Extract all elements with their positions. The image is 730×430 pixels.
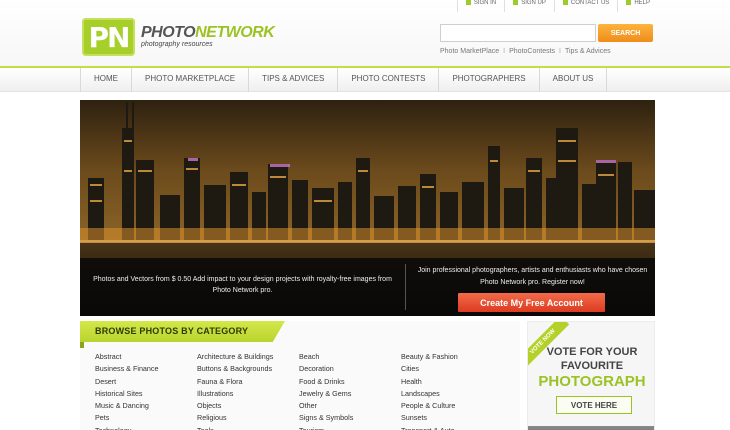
- quick-link-marketplace[interactable]: Photo MarketPlace: [440, 48, 499, 55]
- nav-photographers[interactable]: Photographers: [438, 68, 538, 92]
- browse-header: Browse Photos by Category: [80, 321, 285, 342]
- link-separator: I: [503, 48, 506, 55]
- link-separator: I: [559, 48, 561, 55]
- category-link[interactable]: Abstract: [95, 351, 197, 362]
- hero-join-text: Join professional photographers, artists…: [417, 267, 648, 286]
- search-button[interactable]: Search: [598, 24, 653, 42]
- hero-offer-text: Photos and Vectors from $ 0.50 Add impac…: [93, 276, 392, 294]
- sign-up-link[interactable]: Sign up: [504, 0, 554, 12]
- category-link[interactable]: Sunsets: [401, 412, 503, 423]
- category-link[interactable]: Architecture & Buildings: [197, 351, 299, 362]
- logo-badge: PN: [82, 18, 135, 56]
- category-link[interactable]: Jewelry & Gems: [299, 388, 401, 399]
- browse-title: Browse Photos by Category: [95, 326, 249, 336]
- logo-title-photo: PHOTO: [141, 24, 196, 41]
- vote-heading-line3: PHOTOGRAPH: [538, 373, 646, 390]
- contact-link[interactable]: Contact us: [553, 0, 617, 12]
- hero-info-bar: Photos and Vectors from $ 0.50 Add impac…: [80, 258, 655, 316]
- bullet-icon: [513, 0, 519, 5]
- logo-text: PHOTONETWORK photography resources: [141, 24, 275, 49]
- category-link[interactable]: Tourism: [299, 425, 401, 430]
- category-link[interactable]: Beach: [299, 351, 401, 362]
- hero-banner: Photos and Vectors from $ 0.50 Add impac…: [80, 100, 655, 316]
- header-fold: [80, 342, 84, 348]
- category-link[interactable]: Tools: [197, 425, 299, 430]
- bullet-icon: [626, 0, 632, 5]
- category-link[interactable]: Religious: [197, 412, 299, 423]
- bullet-icon: [465, 0, 471, 5]
- quick-link-tips[interactable]: Tips & Advices: [565, 48, 611, 55]
- sign-in-link[interactable]: Sign in: [456, 0, 504, 12]
- category-link[interactable]: Cities: [401, 363, 503, 374]
- vote-box: Vote Now VOTE FOR YOUR FAVOURITE PHOTOGR…: [527, 321, 655, 430]
- sign-up-label: Sign up: [521, 0, 546, 6]
- category-link[interactable]: Beauty & Fashion: [401, 351, 503, 362]
- category-link[interactable]: Desert: [95, 376, 197, 387]
- vote-heading-line1: VOTE FOR YOUR: [546, 346, 638, 358]
- nav-home[interactable]: Home: [80, 68, 131, 92]
- browse-categories-section: Browse Photos by Category Abstract Archit…: [80, 321, 520, 430]
- nav-about-us[interactable]: About us: [538, 68, 608, 92]
- quick-link-contests[interactable]: PhotoContests: [509, 48, 555, 55]
- search-quick-links: Photo MarketPlace I PhotoContests I Tips…: [440, 48, 611, 55]
- sign-in-label: Sign in: [473, 0, 497, 6]
- category-link[interactable]: Historical Sites: [95, 388, 197, 399]
- category-link[interactable]: Signs & Symbols: [299, 412, 401, 423]
- category-link[interactable]: Other: [299, 400, 401, 411]
- nav-photo-marketplace[interactable]: Photo Marketplace: [131, 68, 248, 92]
- nav-photo-contests[interactable]: Photo Contests: [337, 68, 438, 92]
- category-link[interactable]: Fauna & Flora: [197, 376, 299, 387]
- logo-subtitle: photography resources: [141, 41, 213, 48]
- contact-label: Contact us: [570, 0, 610, 6]
- category-link[interactable]: Illustrations: [197, 388, 299, 399]
- category-link[interactable]: Technology: [95, 425, 197, 430]
- hero-divider: [405, 264, 406, 310]
- category-link[interactable]: Food & Drinks: [299, 376, 401, 387]
- category-link[interactable]: Music & Dancing: [95, 400, 197, 411]
- bullet-icon: [562, 0, 568, 5]
- nav-tips-advices[interactable]: Tips & Advices: [248, 68, 337, 92]
- category-link[interactable]: Transport & Auto: [401, 425, 503, 430]
- category-link[interactable]: Pets: [95, 412, 197, 423]
- category-link[interactable]: Landscapes: [401, 388, 503, 399]
- search-input[interactable]: [440, 24, 596, 42]
- top-utility-bar: Sign in Sign up Contact us Help: [456, 0, 658, 12]
- category-link[interactable]: Decoration: [299, 363, 401, 374]
- logo[interactable]: PN PHOTONETWORK photography resources: [82, 18, 275, 56]
- page: PN PHOTONETWORK photography resources Se…: [0, 0, 730, 430]
- help-label: Help: [634, 0, 650, 6]
- create-account-button[interactable]: Create My Free Account: [458, 293, 605, 312]
- category-link[interactable]: Health: [401, 376, 503, 387]
- category-link[interactable]: Objects: [197, 400, 299, 411]
- category-link[interactable]: People & Culture: [401, 400, 503, 411]
- vote-heading-line2: FAVOURITE: [560, 360, 624, 372]
- nav-items: Home Photo Marketplace Tips & Advices Ph…: [80, 68, 608, 92]
- photo-thumbnail[interactable]: [528, 426, 654, 430]
- main-nav: Home Photo Marketplace Tips & Advices Ph…: [0, 68, 730, 92]
- vote-here-button[interactable]: Vote Here: [556, 396, 632, 414]
- category-link[interactable]: Business & Finance: [95, 363, 197, 374]
- category-link[interactable]: Buttons & Backgrounds: [197, 363, 299, 374]
- logo-title: PHOTONETWORK: [141, 24, 275, 41]
- category-grid: Abstract Architecture & Buildings Beach Bea…: [95, 351, 503, 430]
- help-link[interactable]: Help: [617, 0, 658, 12]
- logo-title-network: NETWORK: [195, 24, 275, 41]
